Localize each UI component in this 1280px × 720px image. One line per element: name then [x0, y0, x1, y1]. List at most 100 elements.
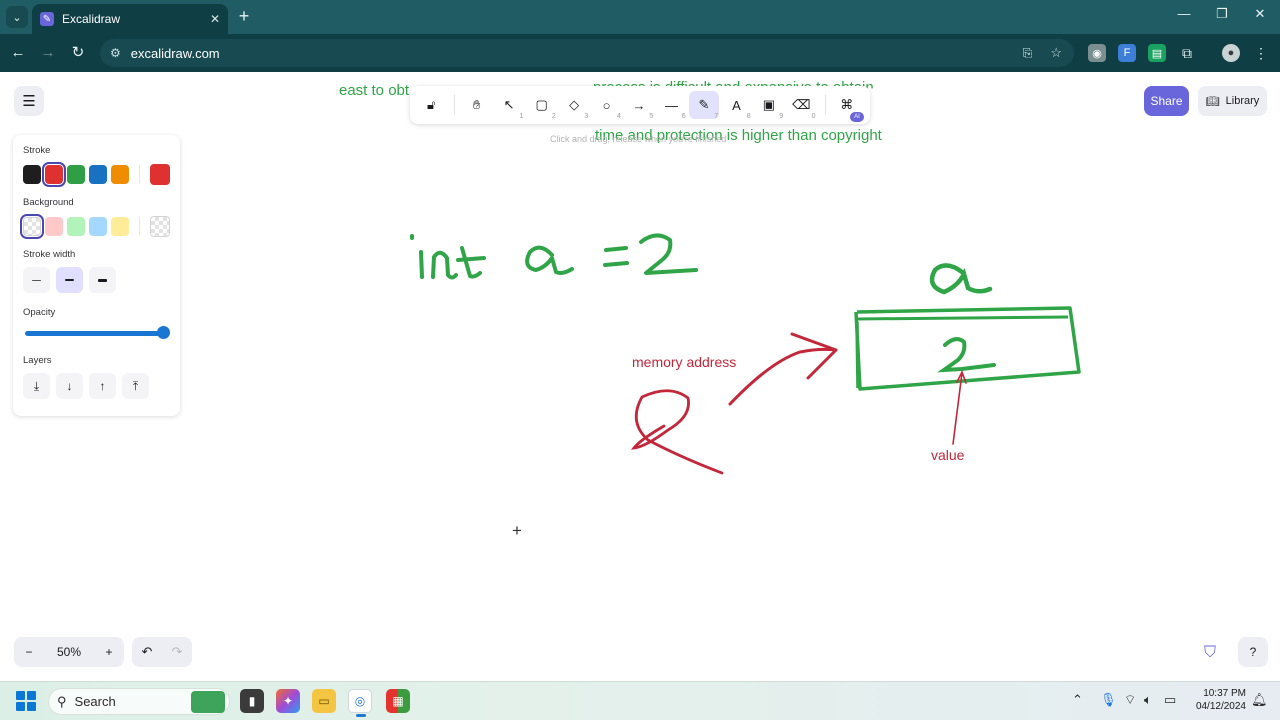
bold-line-icon	[65, 279, 74, 281]
zoom-level-reset[interactable]: 50%	[44, 645, 94, 659]
volume-icon[interactable]: 🔈︎	[1144, 692, 1152, 708]
line-icon: —	[664, 97, 678, 113]
lock-tool-button[interactable]: 🔓︎	[416, 91, 446, 119]
extensions-puzzle-icon[interactable]: ⧉	[1178, 44, 1196, 62]
shortcut-number: 9	[779, 113, 784, 120]
taskbar-clock[interactable]: 10:37 PM 04/12/2024	[1188, 687, 1246, 713]
library-label: Library	[1225, 95, 1260, 107]
stroke-width-extra-bold-button[interactable]	[89, 267, 116, 293]
tab-title: Excalidraw	[62, 12, 121, 26]
stroke-width-bold-button[interactable]	[56, 267, 83, 293]
forward-arrow-icon[interactable]: →	[38, 43, 58, 63]
swatch-divider	[139, 217, 140, 235]
copilot-icon[interactable]: ✦	[276, 689, 300, 713]
file-explorer-icon[interactable]: ▭	[312, 689, 336, 713]
stroke-swatch-green[interactable]	[67, 164, 86, 184]
selection-tool-button[interactable]: ↖ 1	[494, 91, 524, 120]
shapes-toolbar: 🔓︎ ✋︎ ↖ 1 ▢ 2 ◇ 3 ○ 4 → 5 —6 ✎ 7 A8 ▣ 9 ⌫ 0 ⌘ AI	[410, 86, 870, 124]
profile-avatar[interactable]: ●	[1222, 44, 1240, 62]
site-info-icon[interactable]: ⚙︎	[110, 46, 121, 60]
background-swatch-green[interactable]	[67, 216, 86, 236]
excalidraw-canvas[interactable]: east to obt process is difficult and exp…	[0, 72, 1280, 681]
image-tool-button[interactable]: ▣ 9	[754, 91, 784, 120]
background-swatch-yellow[interactable]	[111, 216, 130, 236]
restore-button[interactable]: ❐	[1210, 6, 1234, 22]
help-button[interactable]: ?	[1238, 637, 1268, 667]
background-current-color[interactable]	[149, 215, 170, 237]
stroke-color-row	[23, 161, 171, 187]
bookmark-star-icon[interactable]: ☆	[1050, 45, 1062, 61]
battery-icon[interactable]: ▭	[1164, 692, 1176, 708]
search-icon: ⚲	[57, 693, 67, 709]
text-icon: A	[732, 97, 741, 113]
task-view-icon[interactable]: ▮	[240, 689, 264, 713]
arrow-tool-button[interactable]: → 5	[624, 91, 654, 121]
draw-tool-button[interactable]: ✎ 7	[688, 91, 720, 120]
shortcut-number: 7	[714, 113, 719, 120]
stroke-swatch-black[interactable]	[23, 164, 42, 184]
zoom-in-button[interactable]: +	[94, 645, 124, 659]
book-icon: 📖︎	[1205, 95, 1220, 108]
opacity-slider[interactable]	[23, 325, 170, 341]
tray-chevron-up-icon[interactable]: ⌃	[1072, 692, 1083, 708]
line-tool-button[interactable]: —6	[656, 91, 686, 121]
install-app-icon[interactable]: ⎘	[1023, 46, 1033, 61]
reload-icon[interactable]: ↻	[68, 43, 88, 63]
toolbar-divider	[824, 95, 826, 115]
shield-check-icon[interactable]: ⛉	[1204, 644, 1216, 662]
chrome-icon[interactable]: ◎	[348, 689, 372, 717]
send-backward-button[interactable]: ↓	[56, 373, 83, 399]
background-swatch-transparent[interactable]	[19, 213, 45, 239]
eraser-tool-button[interactable]: ⌫ 0	[786, 91, 816, 120]
zoom-out-button[interactable]: −	[14, 645, 44, 659]
media-app-icon[interactable]: ▦	[386, 689, 410, 713]
undo-icon[interactable]: ↶	[142, 644, 153, 660]
rectangle-tool-button[interactable]: ▢ 2	[526, 91, 556, 120]
fi-extension-icon[interactable]: F	[1118, 44, 1136, 62]
share-button[interactable]: Share	[1144, 86, 1189, 116]
tab-close-icon[interactable]: ✕	[210, 12, 220, 26]
send-to-back-button[interactable]: ⤓	[23, 373, 50, 399]
clock-date: 04/12/2024	[1195, 701, 1246, 712]
stroke-current-color[interactable]	[150, 163, 171, 185]
new-tab-button[interactable]: +	[234, 6, 254, 26]
microphone-icon[interactable]: 🎙︎	[1100, 692, 1117, 708]
canvas-text-value[interactable]: value	[931, 447, 964, 463]
layers-label: Layers	[23, 355, 52, 366]
stroke-swatch-orange[interactable]	[111, 164, 130, 184]
stroke-swatch-blue[interactable]	[89, 164, 108, 184]
main-menu-button[interactable]: ☰	[14, 86, 44, 116]
close-window-button[interactable]: ✕	[1248, 6, 1272, 22]
redo-icon[interactable]: ↷	[172, 644, 183, 660]
canvas-text-partial-left[interactable]: east to obt	[339, 82, 409, 99]
canvas-text-memory-address[interactable]: memory address	[632, 354, 736, 370]
background-swatch-blue[interactable]	[89, 216, 108, 236]
opacity-label: Opacity	[23, 307, 56, 318]
zoom-controls: − 50% +	[14, 637, 124, 667]
stroke-swatch-red[interactable]	[42, 161, 67, 187]
hand-tool-button[interactable]: ✋︎	[461, 91, 491, 119]
camera-extension-icon[interactable]: ◉	[1088, 44, 1106, 62]
back-arrow-icon[interactable]: ←	[8, 43, 28, 63]
wifi-icon[interactable]: ⌔	[1124, 692, 1136, 708]
ellipse-tool-button[interactable]: ○ 4	[591, 91, 621, 121]
background-swatch-pink[interactable]	[45, 216, 64, 236]
tab-search-chevron-icon[interactable]: ⌄	[6, 6, 28, 28]
sheets-extension-icon[interactable]: ▤	[1148, 44, 1166, 62]
windows-start-icon[interactable]	[16, 691, 36, 711]
bring-forward-button[interactable]: ↑	[89, 373, 116, 399]
diamond-tool-button[interactable]: ◇ 3	[559, 91, 589, 120]
notification-bell-icon[interactable]: 🔔︎	[1251, 692, 1268, 708]
browser-tab-excalidraw[interactable]: ✎ Excalidraw ✕	[32, 4, 228, 34]
browser-menu-icon[interactable]: ⋮	[1252, 44, 1270, 62]
bring-to-front-button[interactable]: ⤒	[122, 373, 149, 399]
taskbar-search-box[interactable]: ⚲ Search	[48, 688, 230, 715]
minimize-button[interactable]: —	[1172, 6, 1196, 21]
url-omnibox[interactable]: ⚙︎ excalidraw.com ⎘ ☆	[100, 39, 1074, 67]
opacity-slider-handle[interactable]	[157, 326, 170, 339]
extra-tools-button[interactable]: ⌘ AI	[832, 91, 864, 122]
url-text[interactable]: excalidraw.com	[131, 46, 220, 61]
stroke-width-thin-button[interactable]	[23, 267, 50, 293]
text-tool-button[interactable]: A8	[721, 91, 751, 121]
library-button[interactable]: 📖︎ Library	[1198, 86, 1267, 116]
